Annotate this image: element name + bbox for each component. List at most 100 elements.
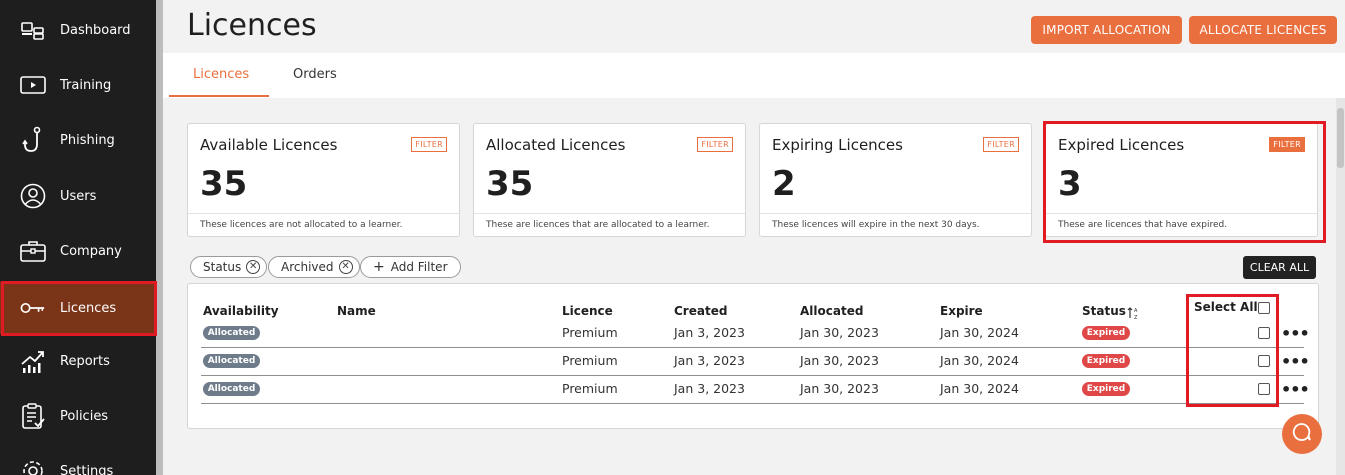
column-header-status[interactable]: Status xyxy=(1082,304,1126,318)
plus-icon: + xyxy=(373,259,385,275)
more-options-icon[interactable]: ••• xyxy=(1281,324,1310,343)
card-description: These licences will expire in the next 3… xyxy=(772,220,980,230)
gear-icon xyxy=(20,458,46,475)
row-divider xyxy=(201,375,1304,376)
tab-bar: Licences Orders xyxy=(163,53,1345,98)
user-icon xyxy=(20,183,46,209)
licence-cell: Premium xyxy=(562,325,618,340)
sidebar-item-label: Reports xyxy=(60,353,110,369)
allocated-licences-card: Allocated Licences FILTER 35 These are l… xyxy=(473,123,746,237)
chip-label: Status xyxy=(203,260,242,274)
more-options-icon[interactable]: ••• xyxy=(1281,352,1310,371)
chat-icon xyxy=(1292,422,1312,446)
play-icon xyxy=(20,72,46,98)
sidebar-item-label: Dashboard xyxy=(60,22,131,38)
sidebar: Dashboard Training Phishing Users Compan… xyxy=(0,0,156,475)
availability-badge: Allocated xyxy=(203,354,260,368)
status-badge: Expired xyxy=(1082,326,1130,340)
expire-cell: Jan 30, 2024 xyxy=(940,381,1019,396)
sidebar-item-users[interactable]: Users xyxy=(0,170,156,222)
sidebar-item-training[interactable]: Training xyxy=(0,59,156,111)
created-cell: Jan 3, 2023 xyxy=(674,325,745,340)
scrollbar-thumb[interactable] xyxy=(1337,108,1344,168)
highlight-outline xyxy=(1,281,157,336)
column-header-availability[interactable]: Availability xyxy=(203,304,279,318)
sidebar-item-label: Settings xyxy=(60,463,114,475)
filter-chip-status[interactable]: Status ✕ xyxy=(190,256,268,278)
sidebar-item-dashboard[interactable]: Dashboard xyxy=(0,4,156,56)
highlight-outline xyxy=(1186,294,1279,407)
sidebar-item-settings[interactable]: Settings xyxy=(0,445,156,475)
column-header-licence[interactable]: Licence xyxy=(562,304,613,318)
clipboard-icon xyxy=(20,403,46,429)
expire-cell: Jan 30, 2024 xyxy=(940,353,1019,368)
expiring-licences-card: Expiring Licences FILTER 2 These licence… xyxy=(759,123,1032,237)
allocate-licences-button[interactable]: ALLOCATE LICENCES xyxy=(1189,16,1337,44)
import-allocation-button[interactable]: IMPORT ALLOCATION xyxy=(1031,16,1182,44)
availability-badge: Allocated xyxy=(203,382,260,396)
card-title: Expiring Licences xyxy=(772,136,903,154)
sidebar-item-label: Policies xyxy=(60,408,109,424)
svg-text:A: A xyxy=(1134,308,1138,314)
filter-button[interactable]: FILTER xyxy=(697,137,733,152)
content-scrollbar[interactable] xyxy=(1336,98,1345,475)
svg-text:Z: Z xyxy=(1134,315,1138,320)
filter-button[interactable]: FILTER xyxy=(411,137,447,152)
sidebar-item-label: Training xyxy=(60,77,112,93)
created-cell: Jan 3, 2023 xyxy=(674,381,745,396)
sidebar-item-reports[interactable]: Reports xyxy=(0,335,156,387)
card-title: Available Licences xyxy=(200,136,338,154)
chip-label: Archived xyxy=(281,260,334,274)
sidebar-scrollbar[interactable] xyxy=(156,0,163,475)
row-divider xyxy=(201,347,1304,348)
filter-button[interactable]: FILTER xyxy=(983,137,1019,152)
column-header-name[interactable]: Name xyxy=(337,304,376,318)
divider xyxy=(760,213,1031,214)
clear-all-button[interactable]: CLEAR ALL xyxy=(1243,256,1316,279)
hook-icon xyxy=(20,126,46,153)
tab-orders[interactable]: Orders xyxy=(293,67,337,82)
chart-icon xyxy=(20,348,46,374)
created-cell: Jan 3, 2023 xyxy=(674,353,745,368)
help-chat-button[interactable] xyxy=(1282,414,1322,454)
card-title: Allocated Licences xyxy=(486,136,626,154)
divider xyxy=(474,213,745,214)
allocated-cell: Jan 30, 2023 xyxy=(800,353,879,368)
page-title: Licences xyxy=(187,8,317,43)
available-licences-card: Available Licences FILTER 35 These licen… xyxy=(187,123,460,237)
card-value: 2 xyxy=(772,164,796,204)
sidebar-item-label: Users xyxy=(60,188,97,204)
column-header-created[interactable]: Created xyxy=(674,304,727,318)
sidebar-item-policies[interactable]: Policies xyxy=(0,390,156,442)
remove-filter-icon[interactable]: ✕ xyxy=(246,260,261,274)
dashboard-icon xyxy=(20,17,46,43)
add-filter-button[interactable]: + Add Filter xyxy=(360,256,461,278)
status-badge: Expired xyxy=(1082,382,1130,396)
column-header-expire[interactable]: Expire xyxy=(940,304,983,318)
column-header-allocated[interactable]: Allocated xyxy=(800,304,863,318)
sort-icon[interactable]: AZ xyxy=(1127,305,1141,324)
sidebar-item-phishing[interactable]: Phishing xyxy=(0,114,156,166)
card-description: These licences are not allocated to a le… xyxy=(200,220,403,230)
row-divider xyxy=(201,403,1304,404)
sidebar-item-company[interactable]: Company xyxy=(0,225,156,277)
add-filter-label: Add Filter xyxy=(390,260,448,274)
more-options-icon[interactable]: ••• xyxy=(1281,380,1310,399)
expire-cell: Jan 30, 2024 xyxy=(940,325,1019,340)
highlight-outline xyxy=(1043,121,1326,243)
allocated-cell: Jan 30, 2023 xyxy=(800,381,879,396)
tab-licences[interactable]: Licences xyxy=(193,67,249,82)
remove-filter-icon[interactable]: ✕ xyxy=(338,260,353,274)
briefcase-icon xyxy=(20,238,46,264)
filter-chip-archived[interactable]: Archived ✕ xyxy=(268,256,360,278)
active-tab-indicator xyxy=(169,95,269,97)
card-value: 35 xyxy=(486,164,534,204)
licence-cell: Premium xyxy=(562,353,618,368)
card-description: These are licences that are allocated to… xyxy=(486,220,710,230)
card-value: 35 xyxy=(200,164,248,204)
divider xyxy=(188,213,459,214)
allocated-cell: Jan 30, 2023 xyxy=(800,325,879,340)
sidebar-item-label: Company xyxy=(60,243,122,259)
availability-badge: Allocated xyxy=(203,326,260,340)
sidebar-item-label: Phishing xyxy=(60,132,115,148)
